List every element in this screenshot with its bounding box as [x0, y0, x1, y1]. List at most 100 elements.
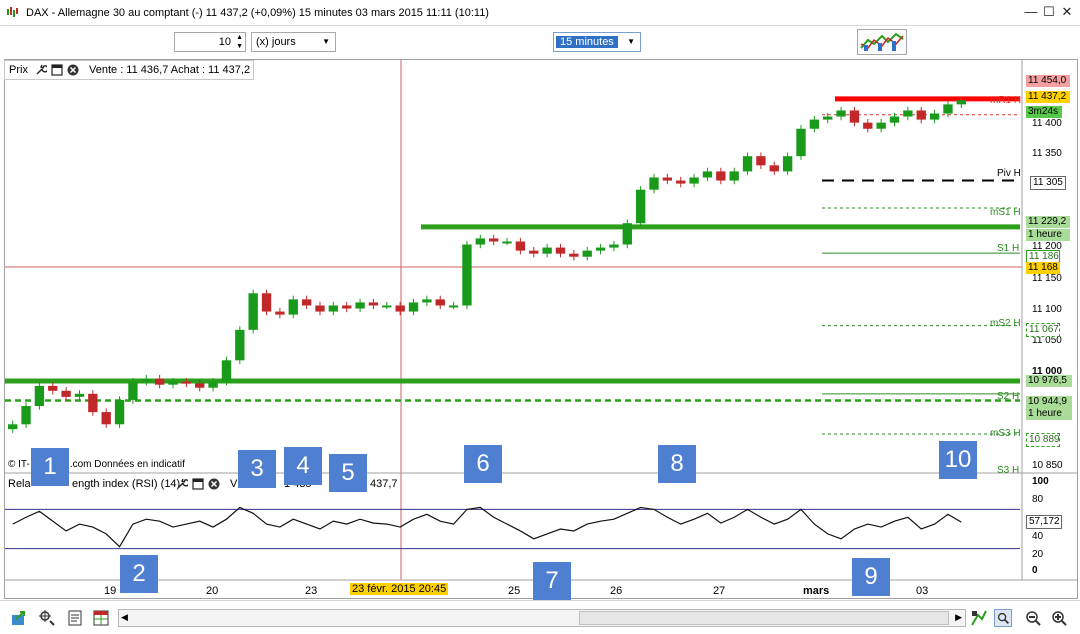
- price-label-support-tf: 1 heure: [1026, 408, 1072, 420]
- candle-body: [355, 302, 365, 309]
- export-icon[interactable]: [10, 609, 28, 627]
- watermark-right: .com Données en indicatif: [69, 459, 185, 470]
- window-icon[interactable]: [192, 478, 204, 490]
- candle-body: [702, 171, 713, 178]
- x-axis-label: 19: [104, 585, 117, 597]
- cursor-date-label: 23 févr. 2015 20:45: [350, 583, 449, 595]
- candle-body: [569, 253, 579, 257]
- annotation-badge-2: 2: [120, 555, 158, 593]
- level-label-s2: S2 H: [997, 391, 1020, 402]
- candle-body: [929, 113, 940, 120]
- candle-body: [729, 171, 739, 181]
- close-pane-icon[interactable]: [208, 478, 220, 490]
- annotation-badge-10: 10: [939, 441, 977, 479]
- crosshair-icon[interactable]: [38, 609, 56, 627]
- price-label-cursor: 11 168: [1026, 262, 1060, 274]
- candle-body: [889, 116, 900, 123]
- price-label-ms2: 11 067: [1026, 323, 1060, 337]
- candle-body: [248, 293, 258, 330]
- candle-body: [582, 250, 592, 257]
- candle-body: [555, 247, 566, 254]
- rsi-header-value-end: 437,7: [370, 478, 398, 490]
- candle-body: [21, 406, 31, 425]
- candle-body: [809, 119, 820, 129]
- candle-body: [595, 247, 606, 251]
- candle-body: [622, 223, 632, 245]
- bottom-toolbar: ◀ ▶: [0, 600, 1080, 634]
- rsi-line: [12, 506, 962, 548]
- x-axis-label: 26: [610, 585, 623, 597]
- annotation-badge-5: 5: [329, 454, 367, 492]
- candle-body: [903, 110, 913, 117]
- level-label-s1: S1 H: [997, 243, 1020, 254]
- candle-body: [756, 156, 766, 166]
- table-icon[interactable]: [92, 609, 110, 627]
- axis-tick: 11 305: [1030, 176, 1066, 190]
- candle-body: [448, 305, 459, 308]
- candle-body: [88, 393, 98, 413]
- x-axis-label: 20: [206, 585, 219, 597]
- annotation-badge-8: 8: [658, 445, 696, 483]
- candle-body: [288, 299, 298, 315]
- x-axis-label: 27: [713, 585, 726, 597]
- candle-body: [689, 177, 699, 184]
- window-icon[interactable]: [51, 64, 63, 76]
- axis-tick: 11 150: [1032, 273, 1062, 284]
- candle-body: [849, 110, 860, 123]
- candle-body: [168, 381, 178, 385]
- horizontal-scrollbar[interactable]: ◀ ▶: [118, 609, 966, 627]
- candle-body: [408, 302, 419, 312]
- price-label-support-2: 10 944,9: [1026, 396, 1072, 408]
- candle-body: [649, 177, 659, 190]
- report-icon[interactable]: [66, 609, 84, 627]
- annotation-badge-7: 7: [533, 562, 571, 600]
- candle-body: [796, 128, 806, 157]
- candle-body: [301, 299, 312, 306]
- rsi-tick: 0: [1032, 565, 1038, 576]
- candle-body: [475, 238, 485, 245]
- scroll-right-icon[interactable]: ▶: [955, 612, 962, 623]
- x-axis-label: 25: [508, 585, 521, 597]
- scroll-thumb[interactable]: [579, 611, 949, 625]
- zoom-in-icon[interactable]: [1050, 609, 1068, 627]
- level-label-ms3: mS3 H: [990, 428, 1021, 439]
- candle-body: [101, 412, 111, 425]
- close-pane-icon[interactable]: [67, 64, 79, 76]
- candle-body: [956, 100, 966, 105]
- candle-body: [769, 165, 779, 172]
- candle-body: [275, 311, 285, 315]
- candle-body: [863, 122, 873, 129]
- candle-body: [836, 110, 846, 117]
- scroll-left-icon[interactable]: ◀: [121, 612, 128, 623]
- chart-tools-icon[interactable]: [970, 609, 988, 627]
- annotation-badge-1: 1: [31, 448, 69, 486]
- rsi-title-start: Rela: [8, 478, 31, 490]
- annotation-badge-4: 4: [284, 447, 322, 485]
- price-label-trend: 11 229,2: [1026, 216, 1070, 228]
- level-label-s3: S3 H: [997, 465, 1020, 476]
- price-label-trend-tf: 1 heure: [1026, 229, 1070, 241]
- auto-zoom-icon[interactable]: [994, 609, 1012, 627]
- x-axis-label: 23: [305, 585, 318, 597]
- rsi-title-end: ength index (RSI) (14): [72, 478, 181, 490]
- rsi-current-value: 57,172: [1026, 515, 1062, 529]
- candle-body: [48, 385, 58, 391]
- candle-body: [422, 299, 432, 303]
- candle-body: [489, 238, 499, 242]
- candle-timer: 3m24s: [1026, 106, 1062, 118]
- price-chart[interactable]: [0, 0, 1080, 600]
- wrench-icon[interactable]: [35, 64, 47, 76]
- axis-tick: 11 400: [1032, 118, 1062, 129]
- x-axis-label: mars: [803, 585, 830, 597]
- wrench-icon[interactable]: [176, 478, 188, 490]
- candle-body: [368, 302, 379, 306]
- level-label-piv: Piv H: [997, 168, 1021, 179]
- candle-body: [635, 189, 646, 224]
- candle-body: [676, 180, 686, 184]
- candle-body: [876, 122, 886, 129]
- candle-body: [823, 116, 833, 120]
- rsi-header-value-prefix: V: [230, 478, 238, 490]
- zoom-out-icon[interactable]: [1024, 609, 1042, 627]
- bid-ask-text: Vente : 11 436,7 Achat : 11 437,2: [89, 64, 251, 76]
- rsi-tick: 40: [1032, 531, 1044, 542]
